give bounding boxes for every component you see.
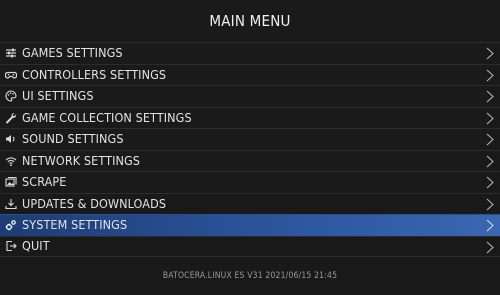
wifi-icon bbox=[4, 154, 18, 168]
chevron-right-icon bbox=[486, 198, 494, 211]
menu-item-scrape[interactable]: SCRAPE bbox=[0, 171, 500, 193]
menu-item-label: GAME COLLECTION SETTINGS bbox=[22, 109, 192, 125]
menu-item-sound-settings[interactable]: SOUND SETTINGS bbox=[0, 128, 500, 150]
images-icon bbox=[4, 175, 18, 189]
wrench-icon bbox=[4, 111, 18, 125]
menu-item-label: SCRAPE bbox=[22, 174, 67, 190]
menu-item-label: UI SETTINGS bbox=[22, 88, 94, 104]
chevron-right-icon bbox=[486, 90, 494, 103]
menu-item-label: NETWORK SETTINGS bbox=[22, 152, 141, 168]
sliders-icon bbox=[4, 46, 18, 60]
palette-icon bbox=[4, 89, 18, 103]
chevron-right-icon bbox=[486, 47, 494, 60]
menu-title: MAIN MENU bbox=[209, 12, 291, 30]
main-menu-panel: MAIN MENU GAMES SETTINGS CONTROLLERS SET… bbox=[0, 0, 500, 295]
menu-item-game-collection-settings[interactable]: GAME COLLECTION SETTINGS bbox=[0, 106, 500, 129]
chevron-right-icon bbox=[486, 155, 494, 168]
chevron-right-icon bbox=[486, 176, 494, 189]
menu-item-updates-downloads[interactable]: UPDATES & DOWNLOADS bbox=[0, 192, 500, 215]
gears-icon bbox=[4, 218, 18, 232]
menu-item-ui-settings[interactable]: UI SETTINGS bbox=[0, 85, 500, 107]
menu-item-label: SYSTEM SETTINGS bbox=[22, 217, 128, 233]
menu-item-controllers-settings[interactable]: CONTROLLERS SETTINGS bbox=[0, 63, 500, 86]
menu-item-label: QUIT bbox=[22, 238, 50, 254]
menu-item-label: UPDATES & DOWNLOADS bbox=[22, 195, 167, 211]
chevron-right-icon bbox=[486, 112, 494, 125]
chevron-right-icon bbox=[486, 133, 494, 146]
speaker-icon bbox=[4, 132, 18, 146]
main-menu-list: GAMES SETTINGS CONTROLLERS SETTINGS UI S… bbox=[0, 42, 500, 257]
menu-item-label: CONTROLLERS SETTINGS bbox=[22, 66, 167, 82]
menu-item-games-settings[interactable]: GAMES SETTINGS bbox=[0, 42, 500, 64]
chevron-right-icon bbox=[486, 69, 494, 82]
menu-item-label: GAMES SETTINGS bbox=[22, 45, 123, 61]
menu-item-quit[interactable]: QUIT bbox=[0, 235, 500, 257]
menu-item-network-settings[interactable]: NETWORK SETTINGS bbox=[0, 149, 500, 172]
menu-item-label: SOUND SETTINGS bbox=[22, 131, 124, 147]
menu-item-system-settings[interactable]: SYSTEM SETTINGS bbox=[0, 214, 500, 236]
download-icon bbox=[4, 197, 18, 211]
exit-icon bbox=[4, 239, 18, 253]
chevron-right-icon bbox=[486, 219, 494, 232]
version-footer: BATOCERA.LINUX ES V31 2021/06/15 21:45 bbox=[162, 271, 338, 281]
screen: MAIN MENU GAMES SETTINGS CONTROLLERS SET… bbox=[0, 0, 500, 295]
chevron-right-icon bbox=[486, 241, 494, 254]
gamepad-icon bbox=[4, 68, 18, 82]
